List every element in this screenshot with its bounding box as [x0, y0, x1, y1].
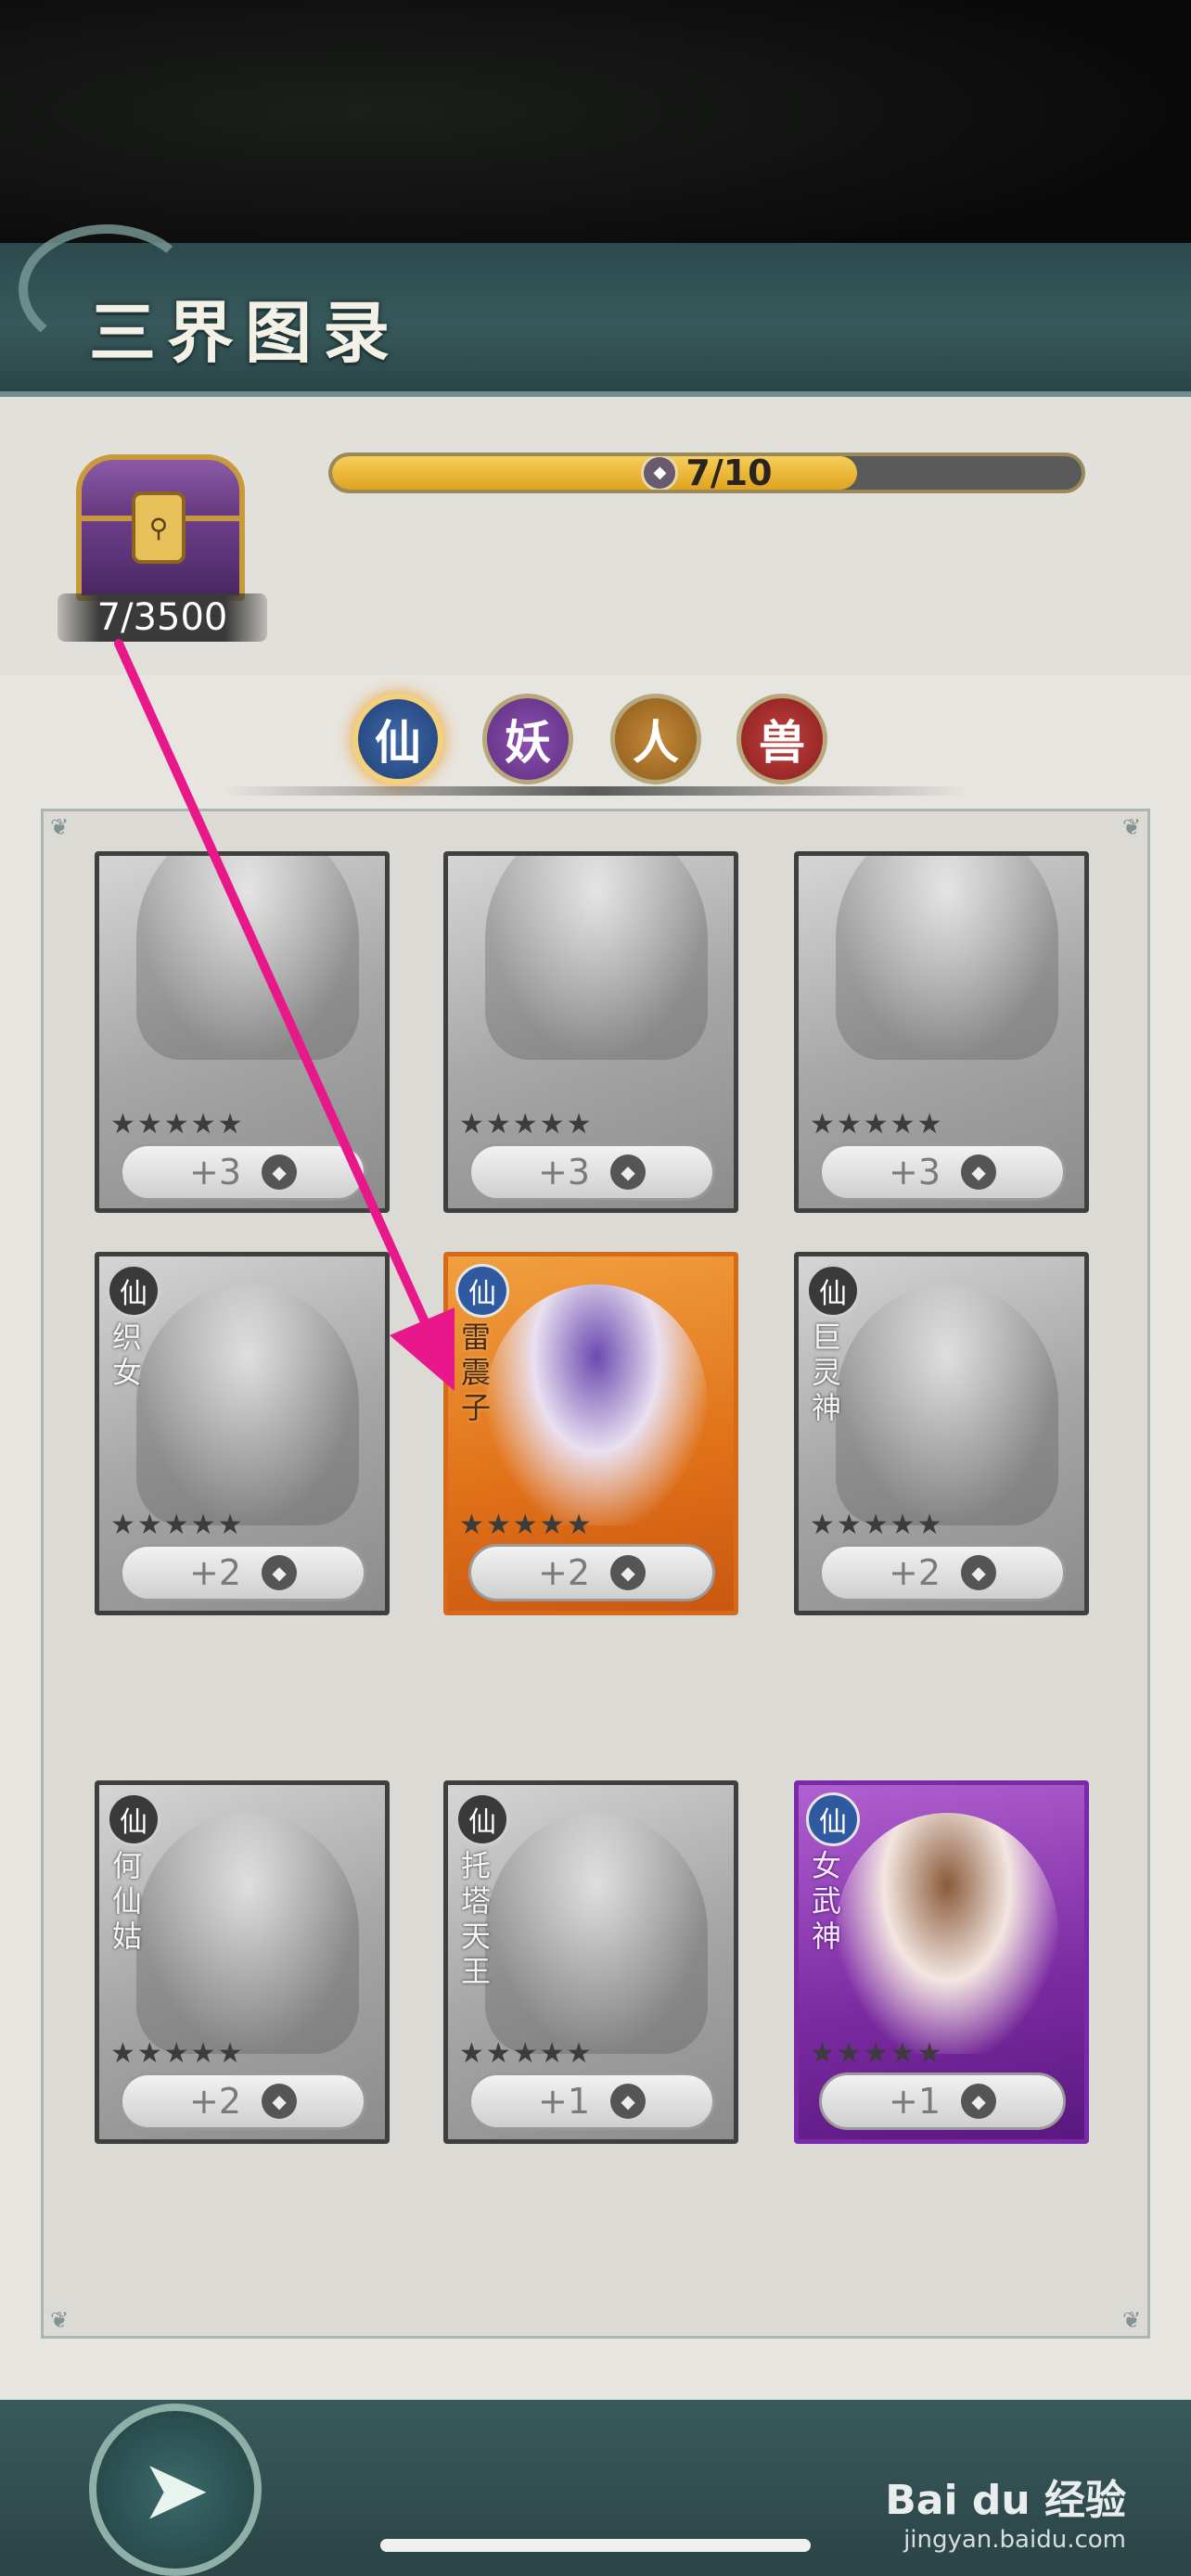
coin-icon: ◆ — [262, 1154, 298, 1190]
corner-ornament-icon: ❦ — [1121, 814, 1142, 840]
bonus-button[interactable]: +1 ◆ — [819, 2072, 1066, 2130]
faction-badge: 仙 — [455, 1792, 509, 1846]
faction-badge: 仙 — [806, 1264, 860, 1318]
hero-portrait — [136, 856, 359, 1060]
hero-card-julingshen[interactable]: 仙 巨灵神 ★★★★★ +2 ◆ — [794, 1252, 1089, 1615]
star-rating: ★★★★★ — [110, 1108, 245, 1141]
bonus-button[interactable]: +3 ◆ — [468, 1143, 715, 1201]
lock-icon: ⚲ — [132, 491, 186, 564]
tab-shou[interactable]: 兽 — [736, 694, 827, 784]
corner-ornament-icon: ❦ — [49, 814, 70, 840]
coin-icon: ◆ — [961, 1555, 997, 1590]
faction-badge: 仙 — [455, 1264, 509, 1318]
faction-badge: 仙 — [806, 1792, 860, 1846]
hero-portrait — [836, 1284, 1058, 1525]
bonus-value: +2 — [537, 1552, 591, 1593]
hero-portrait — [485, 856, 708, 1060]
tab-divider — [223, 786, 968, 796]
star-rating: ★★★★★ — [810, 1509, 944, 1541]
progress-label: 7/10 — [685, 453, 773, 493]
hero-name: 巨灵神 — [812, 1320, 842, 1425]
corner-ornament-icon: ❦ — [1121, 2307, 1142, 2333]
collection-progress-bar: ◆ 7/10 — [328, 453, 1085, 493]
coin-icon: ◆ — [262, 1555, 298, 1590]
hero-portrait — [136, 1284, 359, 1525]
coin-icon: ◆ — [262, 2084, 298, 2119]
bonus-value: +3 — [188, 1152, 242, 1192]
coin-icon: ◆ — [610, 2084, 647, 2119]
bonus-value: +3 — [888, 1152, 941, 1192]
star-rating: ★★★★★ — [810, 1108, 944, 1141]
hero-portrait — [836, 1813, 1058, 2054]
bonus-button[interactable]: +1 ◆ — [468, 2072, 715, 2130]
star-rating: ★★★★★ — [110, 2037, 245, 2070]
star-rating: ★★★★★ — [110, 1509, 245, 1541]
progress-label-wrap: ◆ 7/10 — [332, 456, 1082, 490]
star-rating: ★★★★★ — [459, 1509, 594, 1541]
hero-name: 托塔天王 — [461, 1848, 492, 1989]
bonus-button[interactable]: +2 ◆ — [468, 1544, 715, 1601]
tab-ren[interactable]: 人 — [610, 694, 701, 784]
hero-card[interactable]: ★★★★★ +3 ◆ — [95, 851, 390, 1213]
bonus-button[interactable]: +2 ◆ — [120, 2072, 366, 2130]
bonus-button[interactable]: +3 ◆ — [120, 1143, 366, 1201]
back-arrow-icon: ➤ — [140, 2441, 211, 2539]
bonus-value: +1 — [537, 2081, 591, 2122]
coin-icon: ◆ — [641, 456, 679, 490]
watermark: Bai du 经验 jingyan.baidu.com — [885, 2467, 1126, 2554]
hero-card-hexiangu[interactable]: 仙 何仙姑 ★★★★★ +2 ◆ — [95, 1780, 390, 2144]
hero-name: 何仙姑 — [112, 1848, 143, 1954]
coin-icon: ◆ — [610, 1154, 647, 1190]
hero-card-nvwushen[interactable]: 仙 女武神 ★★★★★ +1 ◆ — [794, 1780, 1089, 2144]
bonus-button[interactable]: +2 ◆ — [819, 1544, 1066, 1601]
star-rating: ★★★★★ — [459, 1108, 594, 1141]
bonus-button[interactable]: +2 ◆ — [120, 1544, 366, 1601]
tab-xian[interactable]: 仙 — [352, 694, 443, 784]
bonus-value: +2 — [188, 2081, 242, 2122]
hero-portrait — [485, 1813, 708, 2054]
watermark-site: jingyan.baidu.com — [903, 2526, 1126, 2554]
page-title: 三界图录 — [89, 293, 402, 372]
star-rating: ★★★★★ — [810, 2037, 944, 2070]
bonus-value: +3 — [537, 1152, 591, 1192]
hero-name: 织女 — [112, 1320, 143, 1390]
corner-ornament-icon: ❦ — [49, 2307, 70, 2333]
tab-yao[interactable]: 妖 — [482, 694, 573, 784]
hero-card[interactable]: ★★★★★ +3 ◆ — [794, 851, 1089, 1213]
hero-name: 雷震子 — [461, 1320, 492, 1425]
home-indicator[interactable] — [380, 2539, 811, 2552]
hero-portrait — [136, 1813, 359, 2054]
treasure-chest-icon[interactable]: ⚲ — [67, 454, 245, 601]
coin-icon: ◆ — [961, 2084, 997, 2119]
coin-icon: ◆ — [961, 1154, 997, 1190]
bonus-value: +2 — [888, 1552, 941, 1593]
bonus-button[interactable]: +3 ◆ — [819, 1143, 1066, 1201]
hero-portrait — [836, 856, 1058, 1060]
hero-card-zhinu[interactable]: 仙 织女 ★★★★★ +2 ◆ — [95, 1252, 390, 1615]
faction-badge: 仙 — [107, 1792, 160, 1846]
faction-badge: 仙 — [107, 1264, 160, 1318]
hero-card[interactable]: ★★★★★ +3 ◆ — [443, 851, 738, 1213]
star-rating: ★★★★★ — [459, 2037, 594, 2070]
bonus-value: +1 — [888, 2081, 941, 2122]
bonus-value: +2 — [188, 1552, 242, 1593]
hero-portrait — [485, 1284, 708, 1525]
hero-card-leizhenzi[interactable]: 仙 雷震子 ★★★★★ +2 ◆ — [443, 1252, 738, 1615]
hero-card-tuotatianwang[interactable]: 仙 托塔天王 ★★★★★ +1 ◆ — [443, 1780, 738, 2144]
hero-name: 女武神 — [812, 1848, 842, 1954]
top-background — [0, 0, 1191, 278]
faction-tabs: 仙 妖 人 兽 — [352, 694, 835, 786]
back-button[interactable]: ➤ — [89, 2404, 262, 2576]
chest-count: 7/3500 — [58, 593, 267, 642]
coin-icon: ◆ — [610, 1555, 647, 1590]
watermark-brand: Bai du 经验 — [885, 2477, 1126, 2524]
